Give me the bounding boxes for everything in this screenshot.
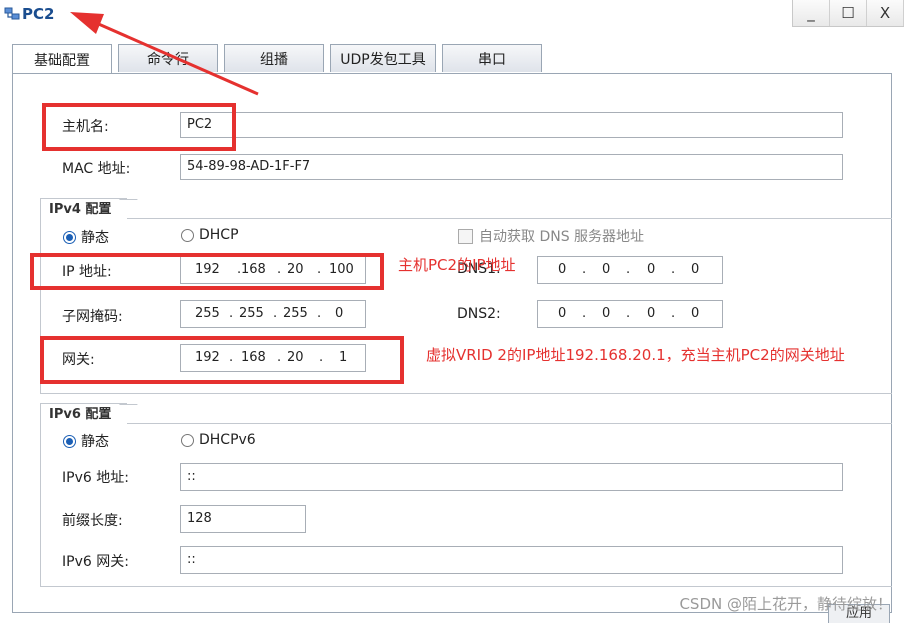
- watermark: CSDN @陌上花开，静待绽放！: [679, 595, 892, 613]
- gateway-annotation-text: 虚拟VRID 2的IP地址192.168.20.1，充当主机PC2的网关地址: [426, 346, 845, 364]
- annotation-arrow: [70, 12, 259, 96]
- ip-highlight-box: [30, 253, 384, 290]
- ip-annotation-text: 主机PC2的IP地址: [398, 256, 516, 274]
- hostname-highlight-box: [42, 103, 236, 151]
- gateway-highlight-box: [40, 336, 404, 384]
